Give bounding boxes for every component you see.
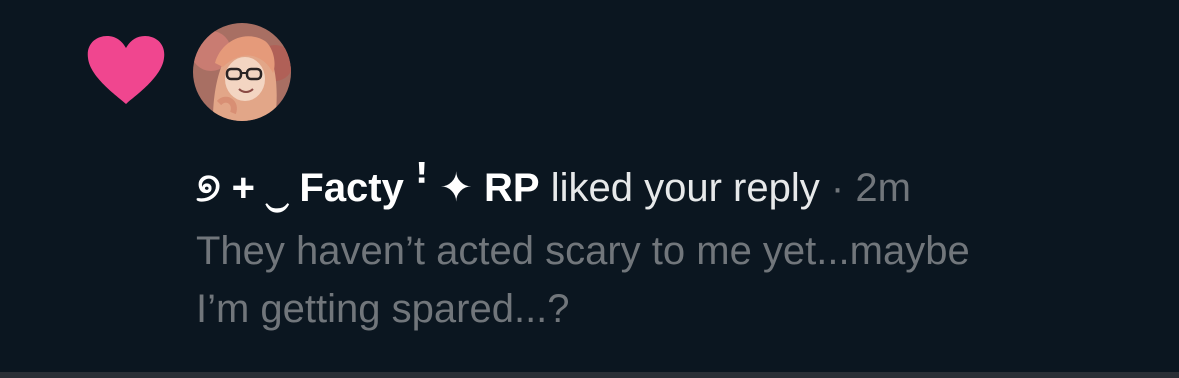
notification-header: ୭ + ⏝ Facty ꜝ ✦ RP liked your reply · 2m [196, 160, 1156, 216]
avatar[interactable] [193, 23, 291, 121]
divider [0, 372, 1179, 378]
reply-preview[interactable]: They haven’t acted scary to me yet...may… [196, 222, 1136, 338]
liker-name[interactable]: ୭ + ⏝ Facty ꜝ ✦ RP [196, 166, 540, 210]
timestamp: 2m [855, 166, 911, 210]
like-notification[interactable]: ୭ + ⏝ Facty ꜝ ✦ RP liked your reply · 2m… [0, 0, 1179, 372]
separator-dot: · [830, 166, 845, 210]
heart-icon [86, 36, 166, 106]
action-text: liked your reply [550, 166, 820, 210]
